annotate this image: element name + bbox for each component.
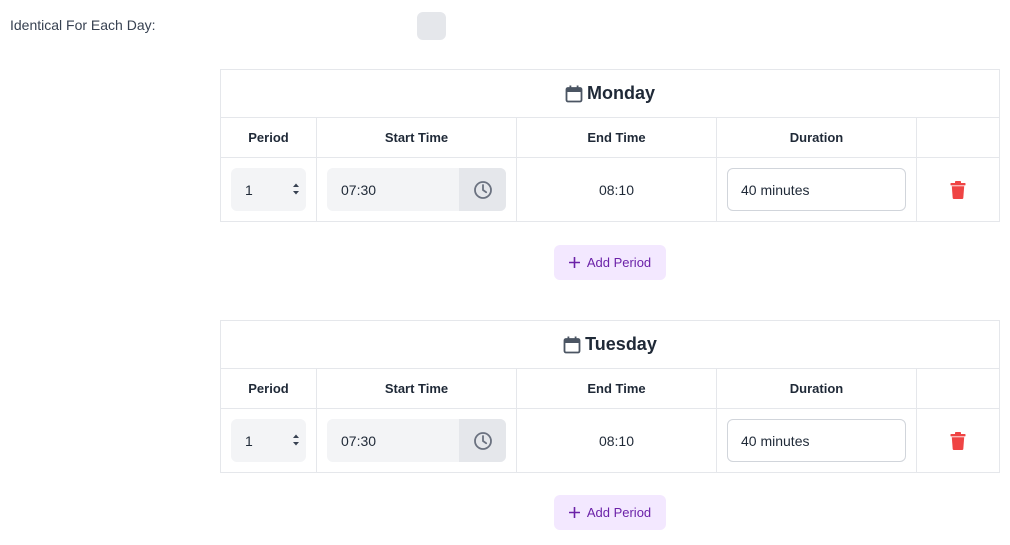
identical-checkbox[interactable] — [417, 12, 446, 40]
end-time-value: 08:10 — [598, 181, 635, 198]
plus-icon — [568, 507, 580, 518]
clock-icon[interactable] — [459, 419, 506, 462]
table-row: 1 07:30 08:10 40 minutes — [221, 409, 999, 472]
duration-header: Duration — [789, 381, 844, 396]
start-time-input[interactable]: 07:30 — [327, 168, 506, 211]
add-period-button[interactable]: Add Period — [554, 245, 666, 280]
trash-icon[interactable] — [950, 180, 966, 199]
identical-label: Identical For Each Day: — [10, 17, 156, 33]
header-row: Period Start Time End Time Duration — [221, 118, 999, 158]
add-period-label: Add Period — [586, 505, 652, 520]
start-time-value: 07:30 — [341, 181, 377, 198]
calendar-icon — [563, 336, 581, 353]
start-time-header: Start Time — [384, 130, 449, 145]
end-time-header: End Time — [587, 381, 646, 396]
table-row: 1 07:30 08:10 40 minutes — [221, 158, 999, 221]
start-time-input[interactable]: 07:30 — [327, 419, 506, 462]
end-time-value: 08:10 — [598, 432, 635, 449]
period-header: Period — [248, 381, 289, 396]
day-title: Monday — [586, 83, 655, 103]
day-title: Tuesday — [585, 334, 657, 354]
add-period-button[interactable]: Add Period — [554, 495, 666, 530]
duration-input[interactable]: 40 minutes — [727, 419, 906, 462]
header-row: Period Start Time End Time Duration — [221, 369, 999, 409]
day-table-tuesday: Tuesday Period Start Time End Time Durat… — [220, 320, 1000, 473]
clock-icon[interactable] — [459, 168, 506, 211]
duration-input[interactable]: 40 minutes — [727, 168, 906, 211]
period-value: 1 — [245, 181, 253, 198]
start-time-value: 07:30 — [341, 432, 377, 449]
spinner-arrows-icon — [293, 434, 299, 446]
period-header: Period — [248, 130, 289, 145]
add-period-label: Add Period — [586, 255, 652, 270]
identical-setting: Identical For Each Day: — [10, 12, 450, 40]
day-header: Monday — [221, 70, 999, 118]
calendar-icon — [565, 85, 583, 102]
day-header: Tuesday — [221, 321, 999, 369]
period-select[interactable]: 1 — [231, 168, 306, 211]
trash-icon[interactable] — [950, 431, 966, 450]
period-select[interactable]: 1 — [231, 419, 306, 462]
start-time-header: Start Time — [384, 381, 449, 396]
spinner-arrows-icon — [293, 183, 299, 195]
plus-icon — [568, 257, 580, 268]
end-time-header: End Time — [587, 130, 646, 145]
duration-header: Duration — [789, 130, 844, 145]
period-value: 1 — [245, 432, 253, 449]
day-table-monday: Monday Period Start Time End Time Durati… — [220, 69, 1000, 222]
